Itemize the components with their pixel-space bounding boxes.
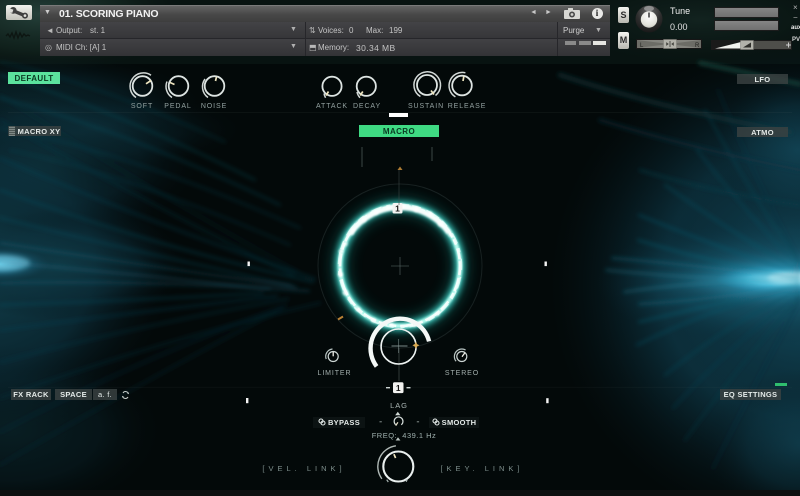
svg-text:1: 1 — [396, 383, 401, 393]
